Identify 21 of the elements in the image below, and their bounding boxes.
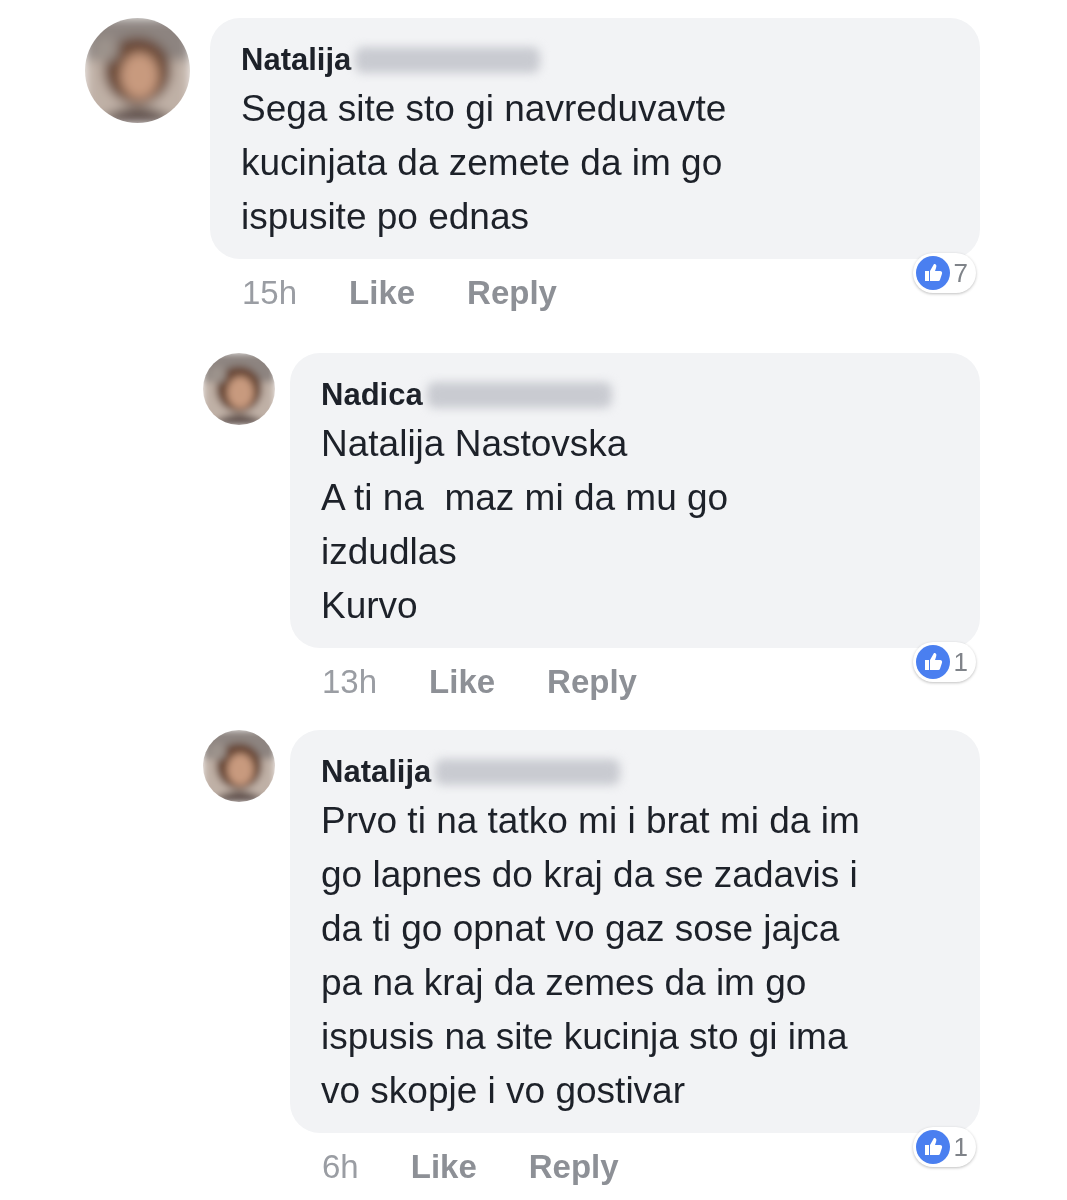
like-link[interactable]: Like (410, 1148, 477, 1186)
like-icon (915, 256, 950, 290)
timestamp: 6h (322, 1148, 359, 1186)
timestamp: 13h (322, 663, 378, 701)
reply-link[interactable]: Reply (467, 274, 557, 312)
reply-link[interactable]: Reply (528, 1148, 619, 1186)
comment-text: Prvo ti na tatko mi i brat mi da im go lapnes do kraj da se zadavis i da ti go opnat vo gaz sose jajca pa na kraj da zemes da im go ispusis na site kucinja sto gi ima vo skopje i vo gostivar (321, 799, 861, 1113)
author-name[interactable]: Natalija (241, 42, 352, 78)
reaction-badge[interactable]: 1 (912, 1127, 976, 1167)
comment-text: Natalija Nastovska A ti na maz mi da mu go izdudlas Kurvo (321, 422, 730, 628)
like-link[interactable]: Like (349, 274, 416, 312)
reply-link[interactable]: Reply (547, 663, 637, 701)
like-icon (915, 645, 950, 679)
comment-text: Sega site sto gi navreduvavte kucinjata da zemete da im go ispusite po ednas (241, 87, 728, 239)
timestamp: 15h (242, 274, 298, 312)
reaction-badge[interactable]: 7 (912, 253, 976, 293)
like-link[interactable]: Like (429, 663, 496, 701)
author-name[interactable]: Nadica (321, 377, 423, 413)
like-icon (915, 1130, 950, 1164)
reaction-badge[interactable]: 1 (912, 642, 976, 682)
author-name[interactable]: Natalija (321, 754, 432, 790)
